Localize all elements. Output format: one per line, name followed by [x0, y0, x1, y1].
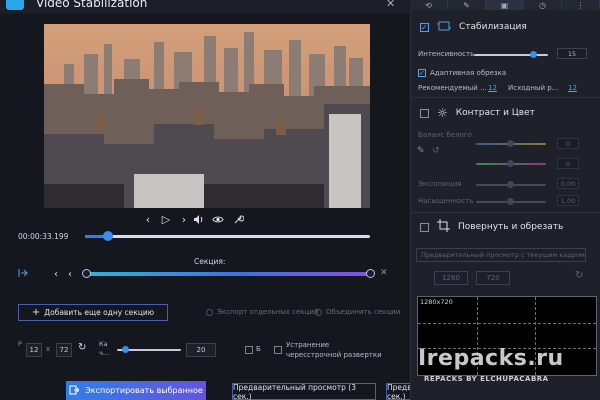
- exposure-value[interactable]: 0,00: [557, 178, 579, 189]
- b-checkbox[interactable]: [245, 346, 253, 354]
- rotate-crop-checkbox[interactable]: [420, 222, 429, 232]
- source-value[interactable]: 12: [568, 84, 577, 92]
- white-balance-handle-1[interactable]: [507, 140, 514, 147]
- height-input[interactable]: 72: [56, 343, 72, 357]
- current-time: 00:00:33.199: [18, 232, 69, 241]
- intensity-value[interactable]: 15: [557, 48, 587, 59]
- x-separator: x: [46, 345, 51, 353]
- stabilization-checkbox[interactable]: ✓: [420, 22, 429, 32]
- section-start-handle[interactable]: [82, 269, 91, 278]
- section-marker-icon[interactable]: [18, 268, 28, 281]
- stabilization-header[interactable]: ✓ Стабилизация: [410, 14, 600, 40]
- adaptive-crop-option[interactable]: ✓ Адаптивная обрезка: [418, 69, 506, 77]
- white-balance-label: Баланс белого: [418, 131, 472, 139]
- source-label: Исходный р...: [508, 84, 559, 92]
- contrast-header[interactable]: ☼ Контраст и Цвет: [410, 100, 600, 126]
- export-separate-option[interactable]: Экспорт отдельных секций: [206, 308, 318, 316]
- timeline-track[interactable]: [85, 235, 370, 238]
- white-balance-value-2[interactable]: 0: [557, 158, 579, 169]
- b-label: Б: [256, 345, 261, 353]
- add-section-button[interactable]: + Добавить еще одну секцию: [18, 304, 168, 321]
- width-input[interactable]: 12: [26, 343, 42, 357]
- p-label: P: [18, 340, 22, 348]
- timeline-handle[interactable]: [102, 231, 113, 241]
- export-icon: [69, 385, 80, 397]
- recommended-label: Рекомендуемый ...: [418, 84, 487, 92]
- tab-more-icon[interactable]: ⋮: [562, 0, 600, 10]
- watermark-subtext: REPACKS BY ELCHUPACABRA: [424, 375, 549, 383]
- prev-frame-icon[interactable]: ‹: [142, 213, 154, 226]
- video-frame: [44, 24, 370, 208]
- media-tools: [192, 211, 244, 227]
- eye-icon[interactable]: [212, 213, 224, 225]
- export-button[interactable]: Экспортировать выбранное: [66, 381, 206, 400]
- deinterlace-checkbox[interactable]: [274, 346, 282, 354]
- tab-share-icon[interactable]: ⟲: [410, 0, 448, 10]
- eyedropper-icon[interactable]: ✎: [417, 146, 425, 156]
- rotate-reset-icon[interactable]: ↻: [575, 270, 583, 281]
- app-title: Video Stabilization: [36, 0, 148, 10]
- wrench-icon[interactable]: [232, 213, 244, 225]
- divider: [410, 212, 600, 213]
- quality-value[interactable]: 20: [186, 343, 216, 357]
- close-icon[interactable]: ✕: [386, 0, 395, 10]
- colon-separator: :: [471, 273, 474, 281]
- exposure-label: Экспозиция: [418, 180, 462, 188]
- rotate-crop-header[interactable]: Повернуть и обрезать: [410, 214, 600, 240]
- saturation-label: Насыщенность: [418, 197, 474, 205]
- sun-icon: ☼: [437, 106, 448, 120]
- reset-icon[interactable]: ↺: [432, 146, 440, 156]
- play-icon[interactable]: ▷: [160, 213, 172, 226]
- stabilization-icon: [437, 20, 451, 35]
- tab-info-icon[interactable]: ◷: [524, 0, 562, 10]
- crop-height-input[interactable]: 720: [476, 271, 510, 285]
- radio-icon: [315, 308, 322, 316]
- section-range-track[interactable]: [86, 272, 372, 276]
- grid-size-label: 1280x720: [420, 298, 453, 306]
- saturation-value[interactable]: 1,00: [557, 195, 579, 206]
- plus-icon: +: [31, 307, 41, 318]
- crop-width-input[interactable]: 1280: [434, 271, 468, 285]
- quality-slider-handle[interactable]: [121, 346, 129, 353]
- watermark-text: Irepacks.ru: [418, 346, 564, 371]
- crop-icon: [437, 219, 450, 235]
- volume-icon[interactable]: [192, 213, 204, 225]
- saturation-handle[interactable]: [507, 198, 514, 205]
- preview-frame-select[interactable]: Предварительный просмотр с текущим кадро…: [416, 248, 586, 262]
- playback-controls: ‹ ▷ ›: [142, 211, 190, 227]
- tab-stabilize-icon[interactable]: ▣: [486, 0, 524, 10]
- merge-sections-option[interactable]: Объединить секции: [315, 308, 400, 316]
- section-prev-icon[interactable]: ‹: [54, 269, 58, 280]
- video-city-image: [44, 24, 370, 208]
- next-frame-icon[interactable]: ›: [178, 213, 190, 226]
- quality-label: Ка ч...: [99, 340, 110, 357]
- white-balance-handle-2[interactable]: [507, 160, 514, 167]
- section-label: Секция:: [194, 257, 226, 266]
- preview-3s-button[interactable]: Предварительный просмотр (3 сек.): [232, 383, 376, 400]
- recommended-value[interactable]: 12: [488, 84, 497, 92]
- app-logo-icon: [6, 0, 24, 10]
- exposure-handle[interactable]: [507, 181, 514, 188]
- intensity-label: Интенсивность: [418, 50, 475, 58]
- rotate-icon[interactable]: ↻: [78, 342, 86, 353]
- section-end-handle[interactable]: [366, 269, 375, 278]
- section-next-icon[interactable]: ‹: [68, 269, 72, 280]
- adaptive-crop-checkbox[interactable]: ✓: [418, 69, 426, 77]
- deinterlace-label: Устранение чересстрочной развертки: [286, 341, 382, 359]
- divider: [410, 97, 600, 98]
- white-balance-value-1[interactable]: 0: [557, 138, 579, 149]
- panel-tabs: ⟲ ✎ ▣ ◷ ⋮: [410, 0, 600, 10]
- contrast-checkbox[interactable]: [420, 108, 429, 118]
- section-remove-icon[interactable]: ✕: [380, 268, 388, 278]
- radio-icon: [206, 308, 213, 316]
- tab-adjust-icon[interactable]: ✎: [448, 0, 486, 10]
